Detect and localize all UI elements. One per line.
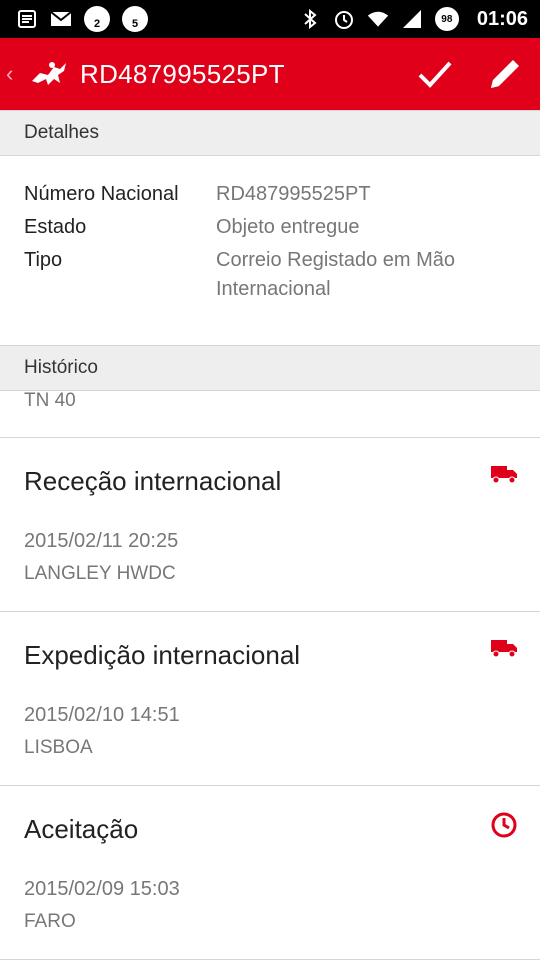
alarm-icon xyxy=(333,8,355,30)
clock-time: 01:06 xyxy=(476,7,528,30)
status-bar: 2 5 98 01:06 xyxy=(0,0,540,38)
detail-value: Objeto entregue xyxy=(216,216,360,238)
detail-label: Tipo xyxy=(24,249,63,271)
history-event[interactable]: Aceitação 2015/02/09 15:03 FARO xyxy=(0,786,540,960)
edit-button[interactable] xyxy=(470,38,540,110)
detail-value: Correio Registado em Mão Internacional xyxy=(216,249,455,300)
whatsapp-icon: 2 xyxy=(84,6,110,32)
history-partial-line: TN 40 xyxy=(0,391,540,438)
tracking-title: RD487995525PT xyxy=(80,58,285,89)
ctt-logo[interactable] xyxy=(30,54,70,94)
confirm-button[interactable] xyxy=(400,38,470,110)
event-title: Receção internacional xyxy=(24,466,282,496)
detail-row-type: Tipo Correio Registado em Mão Internacio… xyxy=(0,246,540,304)
check-icon xyxy=(418,61,452,88)
details-panel: Número Nacional RD487995525PT Estado Obj… xyxy=(0,180,540,308)
app-bar: ‹ RD487995525PT xyxy=(0,38,540,110)
whatsapp-icon: 5 xyxy=(122,6,148,32)
wifi-icon xyxy=(367,8,389,30)
detail-row-national-number: Número Nacional RD487995525PT xyxy=(0,180,540,209)
detail-label: Estado xyxy=(24,216,87,238)
event-title: Aceitação xyxy=(24,814,139,844)
details-section-header: Detalhes xyxy=(0,110,540,156)
battery-icon: 98 xyxy=(434,7,459,31)
back-chevron-icon[interactable]: ‹ xyxy=(6,61,20,87)
gmail-icon xyxy=(50,8,72,30)
event-title: Expedição internacional xyxy=(24,640,301,670)
detail-row-status: Estado Objeto entregue xyxy=(0,213,540,242)
history-event[interactable]: Expedição internacional 2015/02/10 14:51… xyxy=(0,612,540,786)
history-list[interactable]: TN 40 Receção internacional 2015/02/11 2… xyxy=(0,391,540,960)
history-event[interactable]: Receção internacional 2015/02/11 20:25 L… xyxy=(0,438,540,612)
history-header-label: Histórico xyxy=(24,357,98,378)
event-place: LANGLEY HWDC xyxy=(24,563,176,584)
truck-icon xyxy=(490,637,518,665)
bluetooth-icon xyxy=(299,8,321,30)
list-icon xyxy=(16,8,38,30)
event-place: FARO xyxy=(24,911,76,932)
truck-icon xyxy=(490,463,518,491)
event-date: 2015/02/09 15:03 xyxy=(24,878,180,900)
history-section-header: Histórico xyxy=(0,345,540,391)
event-place: LISBOA xyxy=(24,737,93,758)
edit-pencil-icon xyxy=(491,60,519,88)
detail-value: RD487995525PT xyxy=(216,183,371,205)
event-date: 2015/02/10 14:51 xyxy=(24,704,180,726)
event-date: 2015/02/11 20:25 xyxy=(24,530,179,552)
signal-icon xyxy=(401,8,423,30)
details-header-label: Detalhes xyxy=(24,122,99,143)
clock-icon xyxy=(490,811,518,839)
detail-label: Número Nacional xyxy=(24,183,179,205)
